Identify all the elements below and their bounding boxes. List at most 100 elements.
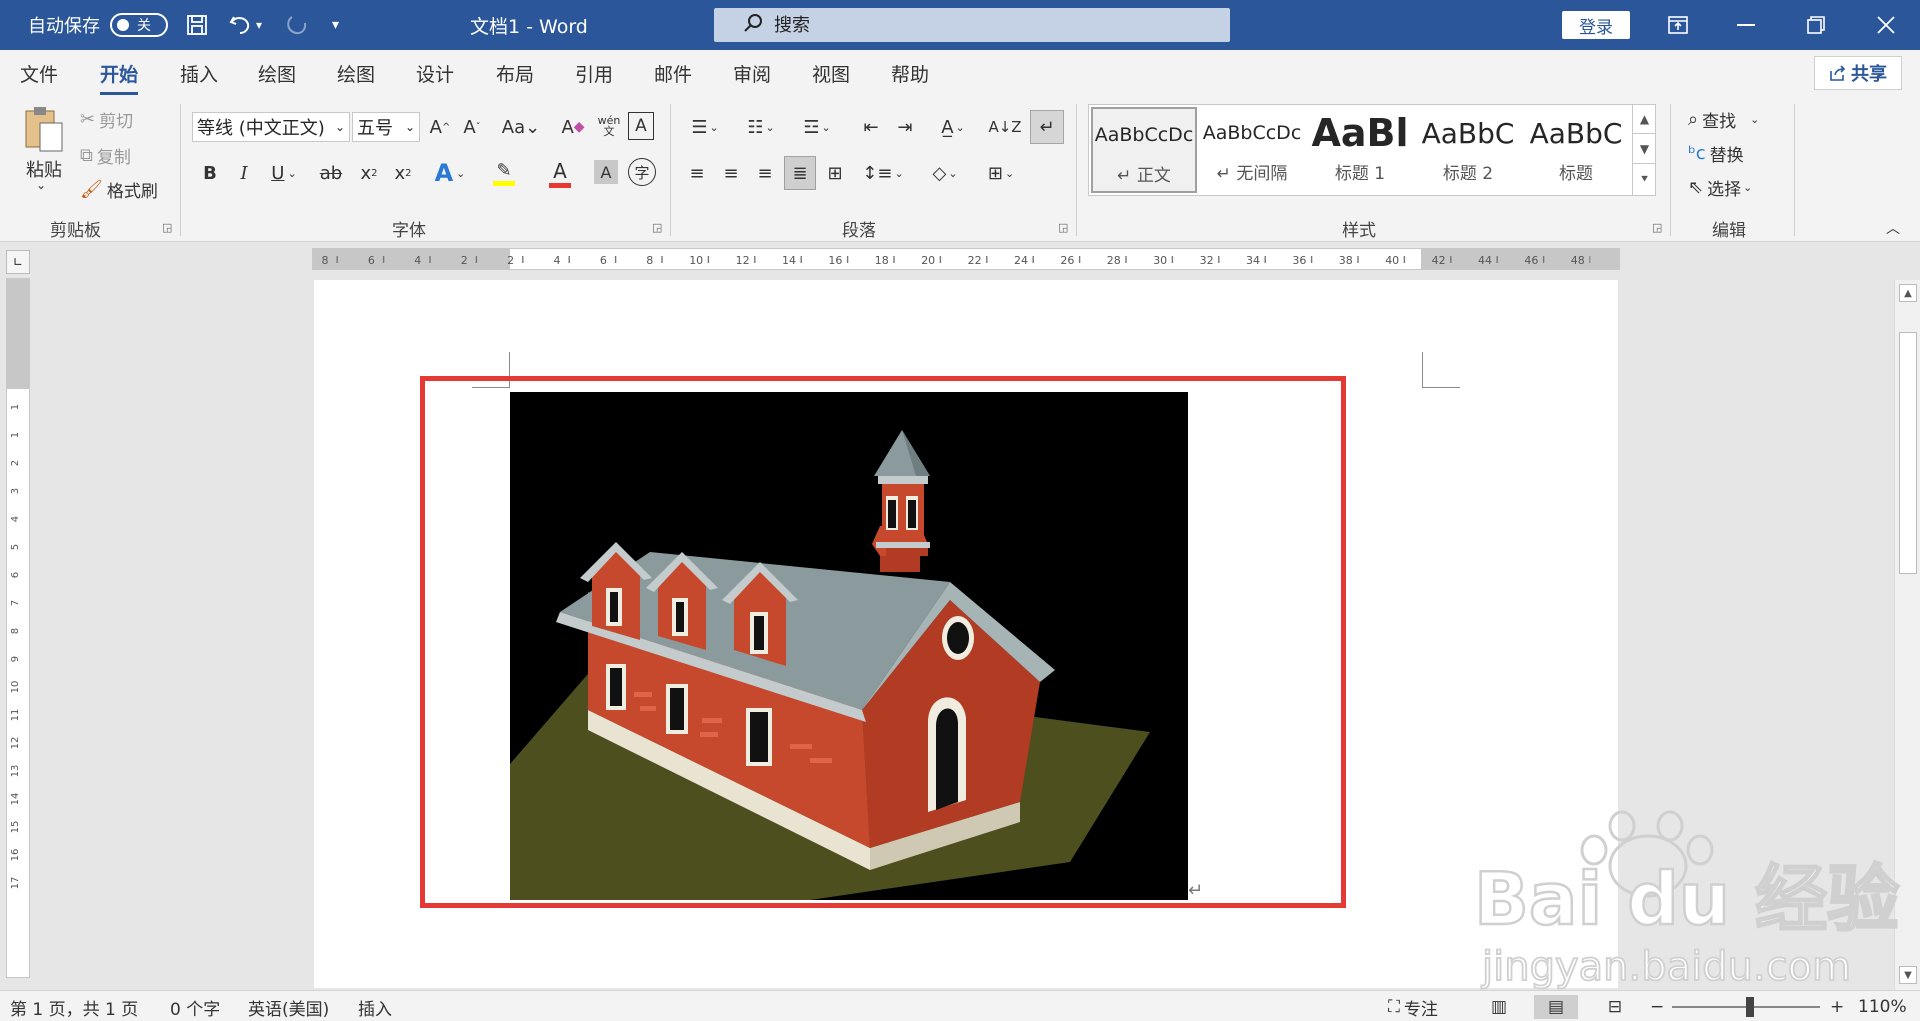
asian-layout-icon[interactable]: A̲ ⌄: [930, 112, 976, 142]
tab-draw-2[interactable]: 绘图: [337, 60, 375, 87]
close-icon[interactable]: [1858, 0, 1914, 50]
print-layout-icon[interactable]: ▤: [1534, 995, 1578, 1019]
character-border-icon[interactable]: A: [628, 112, 654, 140]
paragraph-launcher-icon[interactable]: ◲: [1058, 221, 1068, 234]
house-image[interactable]: [510, 392, 1188, 900]
increase-indent-icon[interactable]: ⇥: [890, 112, 920, 142]
find-button[interactable]: ⌕ 查找 ⌄: [1688, 106, 1759, 132]
minimize-icon[interactable]: [1718, 0, 1774, 50]
enclose-characters-icon[interactable]: 字: [628, 158, 656, 186]
subscript-icon[interactable]: x2: [356, 158, 382, 188]
save-icon[interactable]: [180, 0, 214, 50]
sort-icon[interactable]: A↓Z: [988, 112, 1021, 142]
ribbon-display-options-icon[interactable]: [1650, 0, 1706, 50]
vertical-ruler[interactable]: 32111234567891011121314151617: [6, 278, 30, 978]
clipboard-launcher-icon[interactable]: ◲: [162, 221, 172, 234]
tab-insert[interactable]: 插入: [180, 60, 218, 87]
strikethrough-icon[interactable]: ab: [316, 158, 346, 188]
gallery-up-icon[interactable]: ▲: [1633, 104, 1656, 134]
distributed-icon[interactable]: ⊞: [820, 158, 850, 188]
style-no-spacing[interactable]: AaBbCcDc ↵ 无间隔: [1199, 107, 1305, 193]
borders-icon[interactable]: ⊞ ⌄: [978, 158, 1024, 188]
font-size-dropdown[interactable]: 五号 ⌄: [352, 112, 420, 142]
zoom-slider-thumb[interactable]: [1746, 997, 1754, 1017]
undo-dropdown-icon[interactable]: ▾: [256, 0, 262, 50]
vertical-scrollbar[interactable]: ▲ ▼: [1894, 280, 1920, 990]
clear-formatting-icon[interactable]: A ◆: [558, 112, 588, 142]
justify-icon[interactable]: ≣: [784, 156, 816, 190]
tab-view[interactable]: 视图: [812, 60, 850, 87]
zoom-out-icon[interactable]: −: [1650, 995, 1664, 1019]
superscript-icon[interactable]: x2: [390, 158, 416, 188]
tab-selector-icon[interactable]: ∟: [6, 250, 30, 274]
paste-dropdown-icon[interactable]: ⌄: [36, 178, 46, 192]
tab-review[interactable]: 审阅: [733, 60, 771, 87]
gallery-more-icon[interactable]: ⯆: [1633, 164, 1656, 194]
cut-button[interactable]: ✂ 剪切: [80, 106, 133, 132]
format-painter-button[interactable]: 🖌 格式刷: [80, 176, 158, 202]
select-button[interactable]: ⇖ 选择 ⌄: [1688, 174, 1752, 200]
shrink-font-icon[interactable]: Aˇ: [458, 112, 486, 142]
font-name-dropdown[interactable]: 等线 (中文正文) ⌄: [192, 112, 350, 142]
font-launcher-icon[interactable]: ◲: [652, 221, 662, 234]
style-heading-1[interactable]: AaBl 标题 1: [1307, 107, 1413, 193]
share-button[interactable]: 共享: [1814, 56, 1902, 90]
bold-icon[interactable]: B: [196, 158, 224, 188]
zoom-in-icon[interactable]: +: [1830, 995, 1844, 1019]
tab-help[interactable]: 帮助: [891, 60, 929, 87]
restore-icon[interactable]: [1788, 0, 1844, 50]
tab-references[interactable]: 引用: [575, 60, 613, 87]
italic-icon[interactable]: I: [230, 158, 258, 188]
page-count[interactable]: 第 1 页，共 1 页: [10, 995, 138, 1020]
redo-icon[interactable]: [280, 0, 314, 50]
scroll-thumb[interactable]: [1899, 332, 1917, 574]
tab-design[interactable]: 设计: [416, 60, 454, 87]
insert-mode[interactable]: 插入: [358, 995, 392, 1020]
change-case-icon[interactable]: Aa⌄: [498, 112, 544, 142]
search-box[interactable]: [714, 8, 1230, 42]
align-right-icon[interactable]: ≡: [750, 158, 780, 188]
tab-mailings[interactable]: 邮件: [654, 60, 692, 87]
language-indicator[interactable]: 英语(美国): [248, 995, 329, 1020]
gallery-down-icon[interactable]: ▼: [1633, 134, 1656, 164]
style-title[interactable]: AaBbC 标题: [1523, 107, 1629, 193]
grow-font-icon[interactable]: A ^: [426, 112, 454, 142]
style-heading-2[interactable]: AaBbC 标题 2: [1415, 107, 1521, 193]
styles-launcher-icon[interactable]: ◲: [1652, 221, 1662, 234]
autosave-toggle[interactable]: 关: [110, 13, 168, 37]
word-count[interactable]: 0 个字: [170, 995, 220, 1020]
web-layout-icon[interactable]: ⊟: [1600, 995, 1630, 1019]
phonetic-guide-icon[interactable]: wén 文: [594, 110, 624, 142]
character-shading-icon[interactable]: A: [594, 160, 618, 184]
underline-icon[interactable]: U ⌄: [264, 158, 304, 188]
zoom-level[interactable]: 110%: [1858, 995, 1907, 1019]
paste-icon[interactable]: [18, 102, 70, 158]
multilevel-list-icon[interactable]: ☲ ⌄: [794, 112, 840, 142]
style-normal[interactable]: AaBbCcDc ↵ 正文: [1091, 107, 1197, 193]
login-button[interactable]: 登录: [1562, 11, 1630, 39]
focus-button[interactable]: ⛶ 专注: [1388, 995, 1438, 1020]
copy-button[interactable]: ⧉ 复制: [80, 142, 131, 168]
tab-file[interactable]: 文件: [20, 60, 58, 87]
decrease-indent-icon[interactable]: ⇤: [856, 112, 886, 142]
replace-button[interactable]: ᵇc 替换: [1688, 140, 1744, 166]
customize-qat-icon[interactable]: ▾: [332, 0, 339, 50]
scroll-up-icon[interactable]: ▲: [1899, 284, 1917, 302]
highlight-icon[interactable]: ✎: [482, 158, 526, 188]
line-spacing-icon[interactable]: ↕≡ ⌄: [860, 158, 906, 188]
scroll-down-icon[interactable]: ▼: [1899, 966, 1917, 984]
horizontal-ruler[interactable]: 8 6 4 2 2 4 6 8 10 12 14 16 18 20 22 24 26 28 30 32 34 36 38 40…: [312, 248, 1620, 270]
text-effects-icon[interactable]: A ⌄: [428, 158, 472, 188]
tab-draw[interactable]: 绘图: [258, 60, 296, 87]
undo-icon[interactable]: [224, 0, 258, 50]
bullets-icon[interactable]: ☰ ⌄: [682, 112, 728, 142]
shading-icon[interactable]: ◇ ⌄: [922, 158, 968, 188]
align-left-icon[interactable]: ≡: [682, 158, 712, 188]
search-input[interactable]: [774, 14, 1194, 36]
font-color-icon[interactable]: A: [538, 158, 582, 188]
align-center-icon[interactable]: ≡: [716, 158, 746, 188]
tab-layout[interactable]: 布局: [496, 60, 534, 87]
tab-home[interactable]: 开始: [100, 60, 139, 95]
numbering-icon[interactable]: ☷ ⌄: [738, 112, 784, 142]
collapse-ribbon-icon[interactable]: ︿: [1886, 218, 1900, 238]
